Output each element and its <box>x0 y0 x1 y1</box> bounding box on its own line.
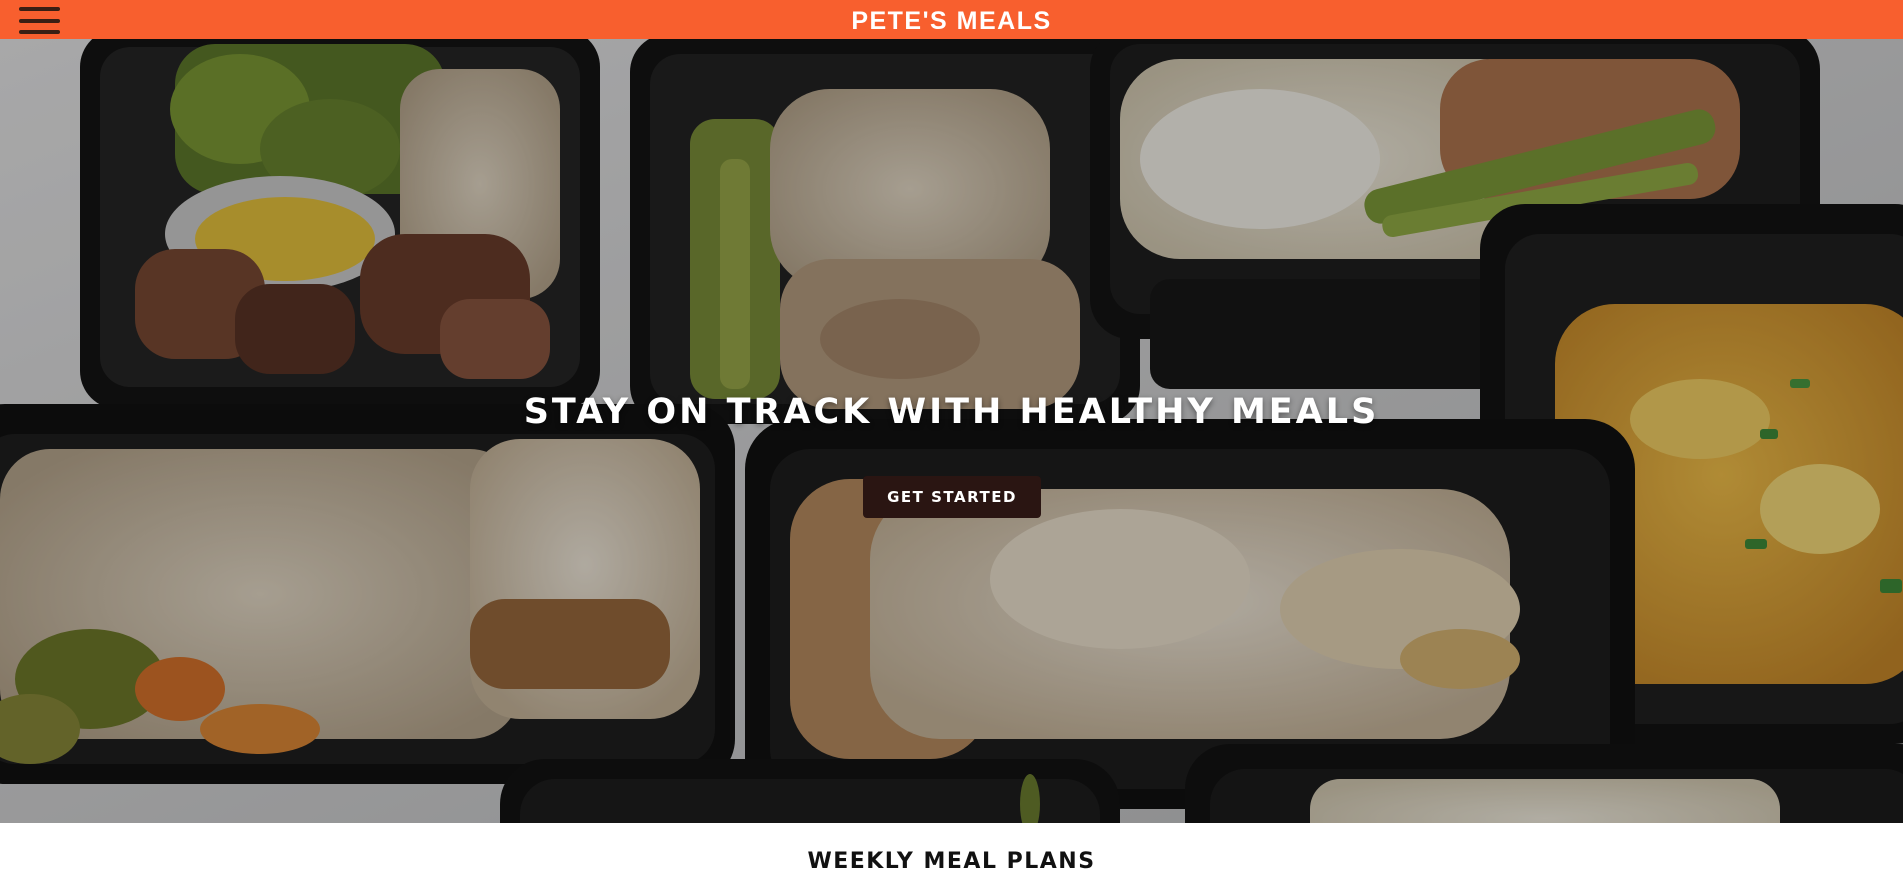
hero-headline: STAY ON TRACK WITH HEALTHY MEALS <box>523 392 1380 432</box>
site-header: PETE'S MEALS <box>0 0 1903 39</box>
hero-banner: STAY ON TRACK WITH HEALTHY MEALS GET STA… <box>0 39 1903 823</box>
weekly-meal-plans-heading: WEEKLY MEAL PLANS <box>807 849 1096 874</box>
get-started-button[interactable]: GET STARTED <box>863 476 1041 518</box>
site-logo-text[interactable]: PETE'S MEALS <box>0 9 1903 34</box>
